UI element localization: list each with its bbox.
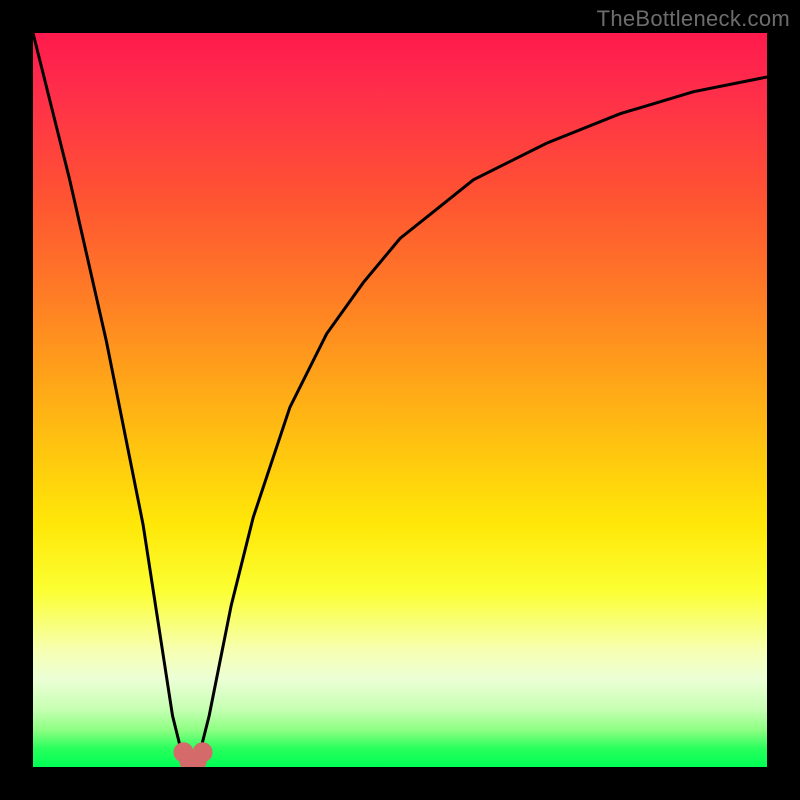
plot-area — [33, 33, 767, 767]
min-region-right-marker — [193, 742, 213, 762]
bottleneck-curve — [33, 33, 767, 760]
watermark-text: TheBottleneck.com — [597, 6, 790, 32]
chart-frame: TheBottleneck.com — [0, 0, 800, 800]
curve-layer — [33, 33, 767, 767]
min-markers — [174, 742, 213, 767]
